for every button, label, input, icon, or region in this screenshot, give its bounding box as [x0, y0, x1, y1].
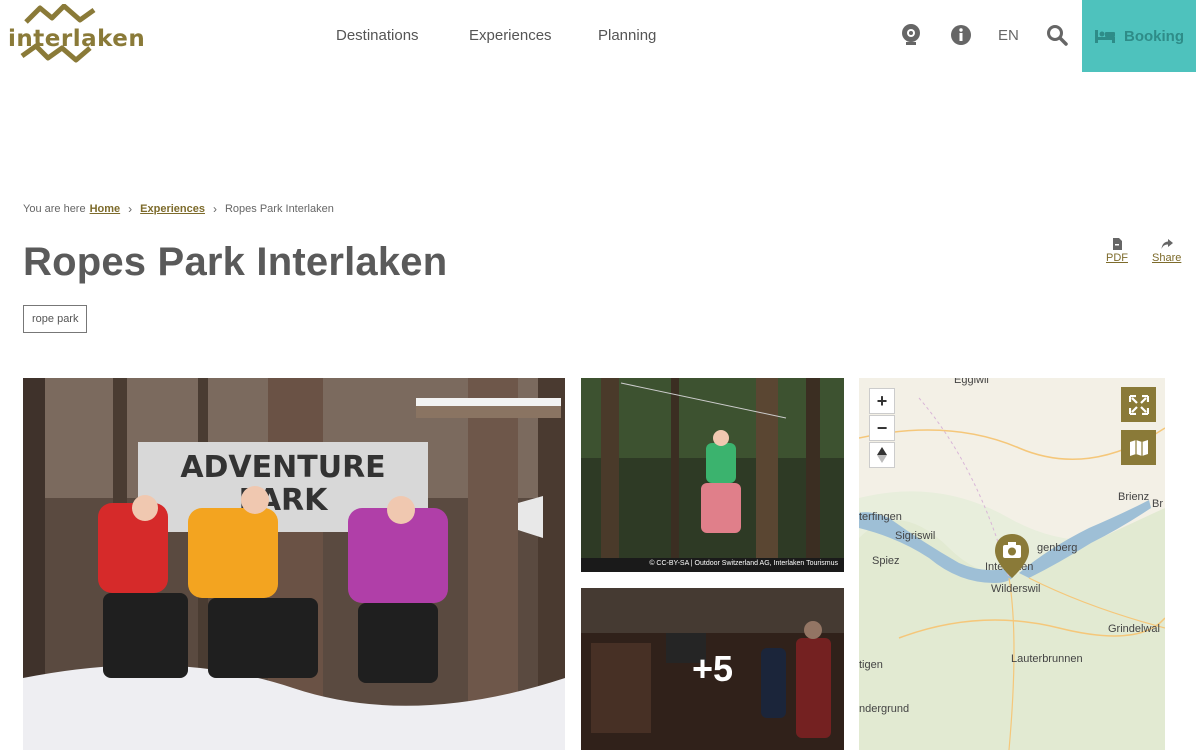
map-label-grindelwald: Grindelwal [1108, 623, 1160, 635]
site-header: interlaken Destinations Experiences Plan… [0, 0, 1200, 74]
breadcrumb-experiences[interactable]: Experiences [140, 203, 205, 215]
image-credit: © CC-BY-SA | Outdoor Switzerland AG, Int… [649, 560, 838, 567]
map-label-wilderswil: Wilderswil [991, 583, 1041, 595]
main-nav: Destinations Experiences Planning [336, 27, 688, 44]
fullscreen-button[interactable] [1121, 387, 1156, 422]
booking-label: Booking [1124, 27, 1184, 45]
map-label-genberg: genberg [1037, 542, 1078, 554]
location-map[interactable]: Eggiwil Brienz Br terfingen Sigriswil Sp… [859, 378, 1165, 750]
sign-text-line1: ADVENTURE [180, 450, 385, 485]
gallery-image-zipline[interactable]: © CC-BY-SA | Outdoor Switzerland AG, Int… [581, 378, 844, 572]
map-label-grund: ndergrund [859, 703, 910, 715]
zoom-out-button[interactable]: − [869, 415, 895, 441]
info-icon[interactable] [949, 23, 973, 47]
pdf-icon [1113, 238, 1122, 250]
share-label: Share [1152, 252, 1182, 264]
adventure-park-photo: ADVENTURE PARK [23, 378, 565, 750]
webcam-icon[interactable] [899, 23, 923, 47]
pdf-label: PDF [1106, 252, 1128, 264]
compass-icon [877, 447, 887, 463]
map-layers-button[interactable] [1121, 430, 1156, 465]
nav-experiences[interactable]: Experiences [469, 27, 598, 44]
language-switcher[interactable]: EN [998, 27, 1019, 44]
map-label-terfingen: terfingen [859, 511, 902, 523]
chevron-right-icon: › [212, 202, 217, 216]
breadcrumb-home[interactable]: Home [90, 203, 121, 215]
interlaken-logo[interactable]: interlaken [8, 4, 145, 66]
zipline-photo [581, 378, 844, 572]
map-label-aeschi: tigen [859, 659, 883, 671]
share-icon [1161, 239, 1173, 249]
map-icon [1129, 439, 1148, 456]
nav-planning[interactable]: Planning [598, 27, 688, 44]
breadcrumb: You are here Home › Experiences › Ropes … [23, 202, 334, 216]
map-label-spiez: Spiez [872, 555, 900, 567]
map-label-brienz: Brienz [1118, 491, 1150, 503]
breadcrumb-prefix: You are here [23, 203, 86, 215]
map-label-sigriswil: Sigriswil [895, 530, 936, 542]
zoom-in-button[interactable]: + [869, 388, 895, 414]
map-label-br: Br [1152, 498, 1163, 510]
logo-text: interlaken [8, 26, 146, 52]
location-pin-icon[interactable] [994, 533, 1030, 579]
nav-destinations[interactable]: Destinations [336, 27, 469, 44]
breadcrumb-current: Ropes Park Interlaken [224, 203, 334, 215]
chevron-right-icon: › [128, 202, 133, 216]
bed-icon [1095, 30, 1115, 43]
booking-button[interactable]: Booking [1082, 0, 1196, 72]
search-icon[interactable] [1045, 23, 1069, 47]
gallery-image-more[interactable]: +5 [581, 588, 844, 750]
reset-north-button[interactable] [869, 442, 895, 468]
gallery-main-image[interactable]: ADVENTURE PARK [23, 378, 565, 750]
page-title: Ropes Park Interlaken [23, 240, 448, 284]
pdf-button[interactable]: PDF [1106, 238, 1128, 264]
map-label-lauterbrunnen: Lauterbrunnen [1011, 653, 1083, 665]
category-tag[interactable]: rope park [23, 305, 88, 333]
share-button[interactable]: Share [1152, 238, 1181, 264]
more-images-count: +5 [581, 588, 844, 750]
map-label-eggiwil: Eggiwil [954, 378, 989, 386]
fullscreen-icon [1128, 394, 1149, 415]
